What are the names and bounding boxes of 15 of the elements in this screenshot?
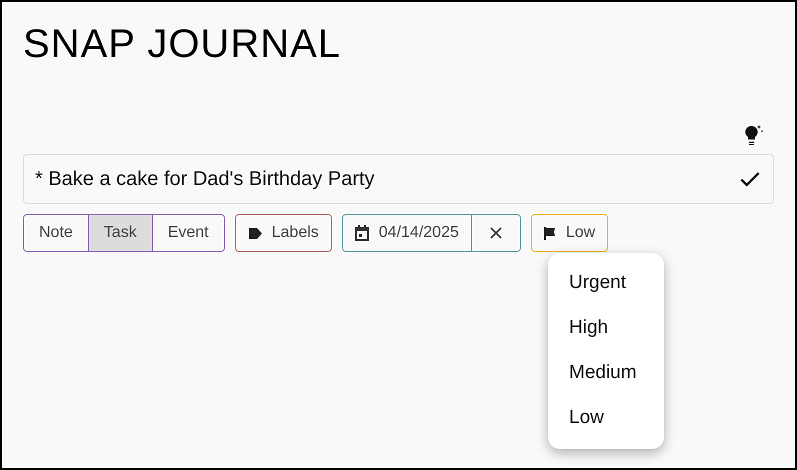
labels-button[interactable]: Labels <box>234 214 332 252</box>
type-tab[interactable]: Note <box>24 215 88 251</box>
entry-input[interactable]: * Bake a cake for Dad's Birthday Party <box>23 154 774 204</box>
app-title: SNAP JOURNAL <box>23 21 342 68</box>
type-tab[interactable]: Event <box>152 215 224 251</box>
menu-item[interactable]: High <box>548 306 664 351</box>
flag-icon <box>544 226 556 240</box>
menu-item[interactable]: Low <box>548 396 664 441</box>
tag-icon <box>248 228 262 238</box>
menu-item[interactable]: Urgent <box>548 261 664 306</box>
menu-item[interactable]: Medium <box>548 351 664 396</box>
calendar-icon <box>354 225 369 241</box>
type-tab[interactable]: Task <box>88 215 152 251</box>
priority-button[interactable]: Low <box>530 214 608 252</box>
close-icon <box>490 227 502 239</box>
